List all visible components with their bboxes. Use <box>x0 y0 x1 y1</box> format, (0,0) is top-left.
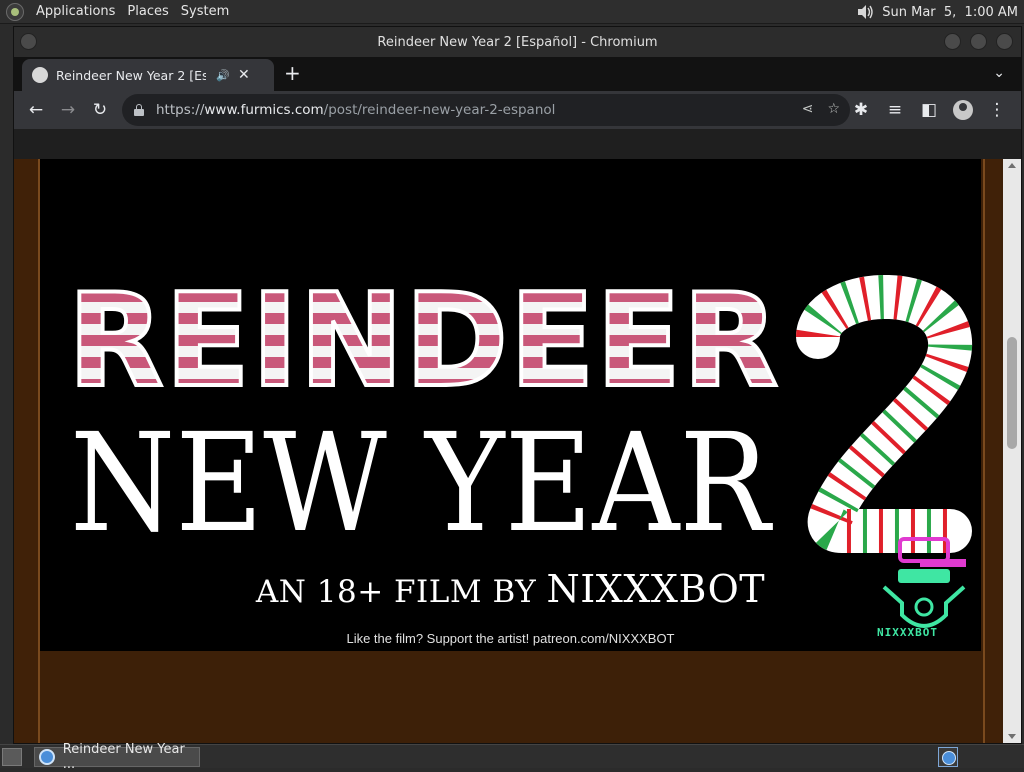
logo-wordmark: NIXXXBOT <box>877 626 938 639</box>
url-domain: www.furmics.com <box>204 102 324 118</box>
url-path: /post/reindeer-new-year-2-espanol <box>323 102 556 118</box>
show-desktop-button[interactable] <box>2 747 22 766</box>
tab-strip: Reindeer New Year 2 [Esp 🔊 ✕ + ⌄ <box>14 57 1021 91</box>
movie-poster-image[interactable]: REINDEER NEW YEAR AN 18+ FILM BY NIXXXBO… <box>40 159 981 651</box>
page-border-left <box>14 159 40 743</box>
volume-icon[interactable] <box>856 3 874 21</box>
panel-clock[interactable]: Sun Mar 5, 1:00 AM <box>882 5 1018 20</box>
close-window-button[interactable] <box>996 33 1013 50</box>
credit-prefix: AN 18+ FILM BY <box>255 574 547 610</box>
tab-audio-speaker-icon[interactable]: 🔊 <box>216 69 230 82</box>
poster-credit: AN 18+ FILM BY NIXXXBOT <box>40 567 981 611</box>
scroll-up-arrow-icon[interactable] <box>1008 163 1016 168</box>
reload-icon[interactable]: ↻ <box>84 94 116 126</box>
gnome-foot-icon[interactable] <box>6 2 24 21</box>
taskbar-window-button[interactable]: Reindeer New Year ... <box>34 742 200 772</box>
scroll-down-arrow-icon[interactable] <box>1008 734 1016 739</box>
window-titlebar[interactable]: Reindeer New Year 2 [Español] - Chromium <box>14 27 1021 57</box>
tab-search-chevron-icon[interactable]: ⌄ <box>993 65 1005 81</box>
vertical-scrollbar[interactable] <box>1003 159 1021 743</box>
bookmark-star-icon[interactable]: ☆ <box>827 101 840 117</box>
page-border-right <box>983 159 1001 743</box>
kebab-menu-icon[interactable]: ⋮ <box>981 94 1013 126</box>
site-favicon-icon <box>32 67 48 83</box>
extensions-puzzle-icon[interactable]: ✱ <box>845 94 877 126</box>
url-scheme: https:// <box>156 102 205 118</box>
browser-window: Reindeer New Year 2 [Español] - Chromium… <box>13 26 1022 744</box>
bottom-taskbar: Reindeer New Year ... <box>0 742 1024 772</box>
places-menu[interactable]: Places <box>127 4 168 19</box>
window-menu-button[interactable] <box>20 33 37 50</box>
workspace-switcher[interactable] <box>938 747 958 767</box>
top-panel: Applications Places System Sun Mar 5, 1:… <box>0 0 1024 24</box>
poster-title-new-year: NEW YEAR <box>70 405 773 563</box>
new-tab-button[interactable]: + <box>284 63 301 83</box>
window-title: Reindeer New Year 2 [Español] - Chromium <box>377 34 658 50</box>
tab-active[interactable]: Reindeer New Year 2 [Esp 🔊 ✕ <box>22 59 274 91</box>
media-playlist-icon[interactable]: ≡ <box>879 94 911 126</box>
page-content[interactable]: REINDEER NEW YEAR AN 18+ FILM BY NIXXXBO… <box>14 159 1021 743</box>
tab-title: Reindeer New Year 2 [Esp <box>56 67 206 83</box>
profile-avatar-icon[interactable] <box>947 94 979 126</box>
credit-name: NIXXXBOT <box>546 567 766 611</box>
lock-icon[interactable] <box>134 104 144 116</box>
forward-arrow-icon[interactable]: → <box>52 94 84 126</box>
side-panel-icon[interactable]: ◧ <box>913 94 945 126</box>
page-background <box>42 651 981 743</box>
browser-toolbar: ← → ↻ https:// www.furmics.com /post/rei… <box>14 91 1021 129</box>
maximize-button[interactable] <box>970 33 987 50</box>
back-arrow-icon[interactable]: ← <box>20 94 52 126</box>
tab-close-icon[interactable]: ✕ <box>238 67 250 83</box>
poster-title-reindeer: REINDEER <box>68 267 780 416</box>
system-menu[interactable]: System <box>181 4 229 19</box>
applications-menu[interactable]: Applications <box>36 4 115 19</box>
candy-cane-number-2 <box>796 275 972 553</box>
address-bar[interactable]: https:// www.furmics.com /post/reindeer-… <box>122 94 850 126</box>
scrollbar-thumb[interactable] <box>1007 337 1017 449</box>
poster-support-text: Like the film? Support the artist! patre… <box>346 631 675 646</box>
share-icon[interactable]: ⋖ <box>802 101 814 117</box>
chromium-icon <box>39 748 55 765</box>
taskbar-window-title: Reindeer New Year ... <box>62 741 185 772</box>
minimize-button[interactable] <box>944 33 961 50</box>
